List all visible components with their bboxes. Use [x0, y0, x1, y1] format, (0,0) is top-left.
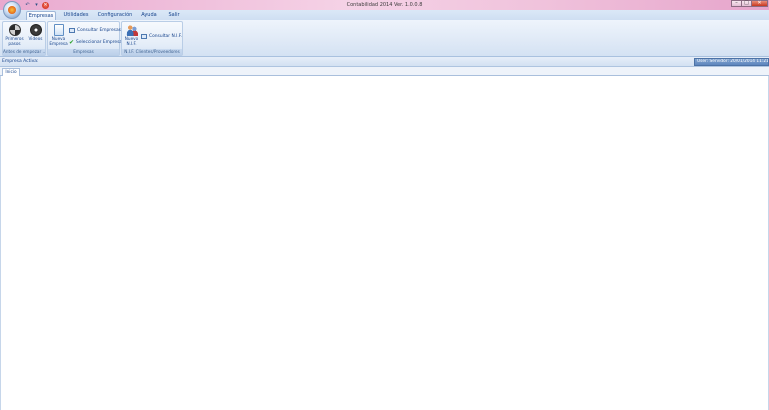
group-antes-de-empezar: Primeros pasos Videos Antes de empezar .…: [2, 21, 46, 56]
users-icon: [125, 24, 138, 36]
seleccionar-empresa-label: Seleccionar Empresa: [76, 40, 123, 45]
application-menu-button[interactable]: [3, 1, 21, 19]
seleccionar-empresa-button[interactable]: ✔ Seleccionar Empresa: [69, 39, 122, 46]
tab-inicio[interactable]: Inicio: [2, 68, 20, 76]
checkmark-icon: ✔: [69, 38, 75, 46]
nueva-empresa-label-2: Empresa: [49, 40, 68, 46]
app-logo-icon: [8, 6, 16, 14]
film-reel-icon: [29, 24, 42, 36]
new-document-icon: [53, 24, 64, 36]
consultar-nif-button[interactable]: Consultar N.I.F.: [141, 33, 182, 40]
empresa-activa-label: Empresa Activa:: [2, 59, 39, 64]
nuevo-nif-label-2: N.I.F.: [126, 40, 137, 46]
main-content-area: [0, 76, 769, 410]
videos-label: Videos: [28, 36, 43, 41]
window-title: Contabilidad 2014 Ver. 1.0.0.8: [346, 2, 423, 8]
tab-utilidades[interactable]: Utilidades: [61, 11, 91, 20]
server-status: User: Servidor: 20/01/2014 11:21: [694, 58, 769, 66]
document-tab-strip: Inicio: [0, 67, 769, 76]
consultar-empresas-button[interactable]: Consultar Empresas: [69, 27, 121, 34]
tab-empresas[interactable]: Empresas: [26, 11, 56, 20]
ribbon: Primeros pasos Videos Antes de empezar .…: [0, 20, 769, 57]
nueva-empresa-button[interactable]: Nueva Empresa: [49, 24, 68, 46]
window-controls: – □ ✕: [731, 0, 768, 7]
group-empresas: Nueva Empresa Consultar Empresas ✔ Selec…: [47, 21, 122, 56]
nuevo-nif-button[interactable]: Nuevo N.I.F.: [123, 24, 140, 46]
close-button[interactable]: ✕: [751, 0, 768, 7]
tab-ayuda[interactable]: Ayuda: [139, 11, 159, 20]
title-bar: ↶ ▾ ✕ Contabilidad 2014 Ver. 1.0.0.8 – □…: [0, 0, 769, 10]
group-label-nif: N.I.F. Clientes/Proveedores: [122, 49, 182, 55]
primeros-pasos-label-2: pasos: [8, 40, 21, 46]
tab-configuracion[interactable]: Configuración: [96, 11, 134, 20]
active-company-bar: Empresa Activa: User: Servidor: 20/01/20…: [0, 57, 769, 67]
group-label-antes: Antes de empezar ...: [3, 49, 45, 55]
search-window-icon: [69, 28, 75, 33]
lifebuoy-icon: [8, 24, 21, 36]
consultar-nif-label: Consultar N.I.F.: [149, 34, 183, 39]
group-nif: Nuevo N.I.F. Consultar N.I.F. N.I.F. Cli…: [121, 21, 183, 56]
search-window-icon: [141, 34, 147, 39]
consultar-empresas-label: Consultar Empresas: [77, 28, 121, 33]
ribbon-tab-row: Empresas Utilidades Configuración Ayuda …: [0, 10, 769, 20]
primeros-pasos-button[interactable]: Primeros pasos: [4, 24, 25, 46]
videos-button[interactable]: Videos: [26, 24, 45, 42]
group-label-empresas: Empresas: [48, 49, 119, 55]
tab-salir[interactable]: Salir: [166, 11, 182, 20]
